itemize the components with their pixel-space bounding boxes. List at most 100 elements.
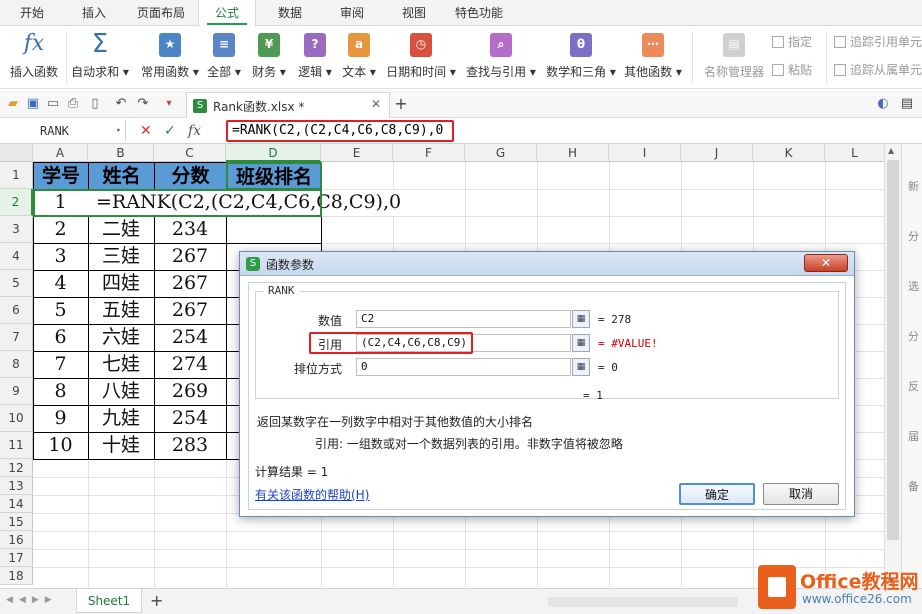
- table-cell[interactable]: 269: [154, 378, 226, 405]
- side-panel-item[interactable]: 备: [908, 478, 919, 494]
- table-header-cell[interactable]: 学号: [33, 162, 89, 190]
- sheet-tab-sheet1[interactable]: Sheet1: [76, 589, 142, 613]
- logical-button[interactable]: ? 逻辑 ▾: [294, 27, 336, 87]
- dialog-title-bar[interactable]: S 函数参数 ✕: [240, 252, 854, 276]
- save-icon[interactable]: ▣: [26, 97, 40, 111]
- column-header[interactable]: I: [609, 144, 681, 162]
- row-header[interactable]: 4: [0, 243, 33, 270]
- table-cell[interactable]: 267: [154, 243, 226, 270]
- table-cell[interactable]: 8: [33, 378, 88, 405]
- specify-button[interactable]: 指定: [772, 33, 812, 51]
- table-cell[interactable]: 四娃: [88, 270, 154, 297]
- column-header[interactable]: F: [393, 144, 465, 162]
- common-functions-button[interactable]: ★ 常用函数 ▾: [138, 27, 202, 87]
- name-manager-button[interactable]: ▤ 名称管理器: [700, 27, 768, 87]
- table-cell[interactable]: 三娃: [88, 243, 154, 270]
- table-cell[interactable]: 五娃: [88, 297, 154, 324]
- table-cell[interactable]: 六娃: [88, 324, 154, 351]
- tab-home[interactable]: 开始: [6, 0, 58, 26]
- side-panel-item[interactable]: 选: [908, 278, 919, 294]
- order-arg-input[interactable]: 0: [356, 358, 571, 376]
- row-header[interactable]: 3: [0, 216, 33, 243]
- table-cell[interactable]: 7: [33, 351, 88, 378]
- table-cell[interactable]: 4: [33, 270, 88, 297]
- print-icon[interactable]: ⎙: [66, 97, 80, 111]
- vertical-scrollbar[interactable]: ▲ ▼: [884, 144, 901, 588]
- editing-formula-cell[interactable]: =RANK(C2,(C2,C4,C6,C8,C9),0: [96, 189, 401, 216]
- table-cell[interactable]: 10: [33, 432, 88, 459]
- range-select-icon[interactable]: ▦: [572, 358, 590, 376]
- table-cell[interactable]: 3: [33, 243, 88, 270]
- table-header-cell[interactable]: 姓名: [88, 162, 155, 190]
- row-header[interactable]: 1: [0, 162, 33, 189]
- row-header[interactable]: 2: [0, 189, 33, 216]
- table-cell[interactable]: 254: [154, 324, 226, 351]
- table-cell[interactable]: 九娃: [88, 405, 154, 432]
- dropdown-marker-icon[interactable]: ▾: [162, 97, 176, 111]
- table-cell[interactable]: 5: [33, 297, 88, 324]
- add-sheet-icon[interactable]: +: [150, 591, 163, 610]
- tab-special[interactable]: 特色功能: [446, 0, 512, 26]
- paste-name-button[interactable]: 粘贴: [772, 61, 812, 79]
- side-panel-item[interactable]: 分: [908, 328, 919, 344]
- table-cell[interactable]: 八娃: [88, 378, 154, 405]
- lookup-button[interactable]: ⌕ 查找与引用 ▾: [462, 27, 540, 87]
- export-pdf-icon[interactable]: ▭: [46, 97, 60, 111]
- row-header[interactable]: 6: [0, 297, 33, 324]
- chevron-down-icon[interactable]: ▾: [116, 120, 121, 142]
- side-panel-item[interactable]: 届: [908, 428, 919, 444]
- table-cell[interactable]: 十娃: [88, 432, 154, 459]
- scroll-up-icon[interactable]: ▲: [888, 146, 894, 155]
- file-tab[interactable]: S Rank函数.xlsx * ✕: [186, 92, 390, 118]
- auto-sum-button[interactable]: Σ 自动求和 ▾: [70, 27, 130, 87]
- settings-icon[interactable]: ▤: [900, 97, 914, 111]
- table-cell[interactable]: 9: [33, 405, 88, 432]
- column-header[interactable]: K: [753, 144, 825, 162]
- column-header[interactable]: A: [33, 144, 88, 162]
- close-tab-icon[interactable]: ✕: [371, 97, 381, 111]
- print-preview-icon[interactable]: ▯: [88, 97, 102, 111]
- row-header[interactable]: 18: [0, 567, 33, 585]
- name-box[interactable]: RANK ▾: [0, 120, 126, 142]
- cancel-icon[interactable]: ✕: [140, 122, 152, 140]
- range-select-icon[interactable]: ▦: [572, 334, 590, 352]
- table-cell[interactable]: 6: [33, 324, 88, 351]
- table-header-cell[interactable]: 分数: [154, 162, 227, 190]
- table-cell[interactable]: 283: [154, 432, 226, 459]
- financial-button[interactable]: ¥ 财务 ▾: [248, 27, 290, 87]
- formula-input[interactable]: =RANK(C2,(C2,C4,C6,C8,C9),0: [226, 120, 454, 142]
- row-header[interactable]: 15: [0, 513, 33, 531]
- folder-icon[interactable]: ▰: [6, 97, 20, 111]
- column-header[interactable]: L: [825, 144, 885, 162]
- app-d-icon[interactable]: ◐: [876, 97, 890, 111]
- table-cell[interactable]: 267: [154, 270, 226, 297]
- number-arg-input[interactable]: C2: [356, 310, 571, 328]
- horizontal-scrollbar[interactable]: [548, 597, 738, 607]
- scroll-thumb[interactable]: [887, 160, 899, 540]
- column-header[interactable]: B: [88, 144, 154, 162]
- column-header[interactable]: H: [537, 144, 609, 162]
- table-header-cell[interactable]: 班级排名: [226, 162, 322, 190]
- row-header[interactable]: 9: [0, 378, 33, 405]
- row-header[interactable]: 13: [0, 477, 33, 495]
- row-header[interactable]: 14: [0, 495, 33, 513]
- redo-icon[interactable]: ↷: [136, 97, 150, 111]
- tab-data[interactable]: 数据: [262, 0, 318, 26]
- text-button[interactable]: a 文本 ▾: [338, 27, 380, 87]
- table-cell[interactable]: 274: [154, 351, 226, 378]
- table-cell[interactable]: 267: [154, 297, 226, 324]
- cancel-button[interactable]: 取消: [763, 483, 839, 505]
- tab-insert[interactable]: 插入: [66, 0, 122, 26]
- row-header[interactable]: 12: [0, 459, 33, 477]
- table-cell[interactable]: 2: [33, 216, 88, 243]
- table-cell[interactable]: 二娃: [88, 216, 154, 243]
- help-link[interactable]: 有关该函数的帮助(H): [255, 486, 369, 503]
- column-header[interactable]: G: [465, 144, 537, 162]
- trace-precedents-button[interactable]: 追踪引用单元: [834, 33, 922, 51]
- dialog-close-button[interactable]: ✕: [804, 254, 848, 272]
- side-panel-item[interactable]: 新: [908, 178, 919, 194]
- tab-page-layout[interactable]: 页面布局: [128, 0, 194, 26]
- row-header[interactable]: 16: [0, 531, 33, 549]
- trace-dependents-button[interactable]: 追踪从属单元: [834, 61, 922, 79]
- new-tab-icon[interactable]: +: [394, 96, 408, 112]
